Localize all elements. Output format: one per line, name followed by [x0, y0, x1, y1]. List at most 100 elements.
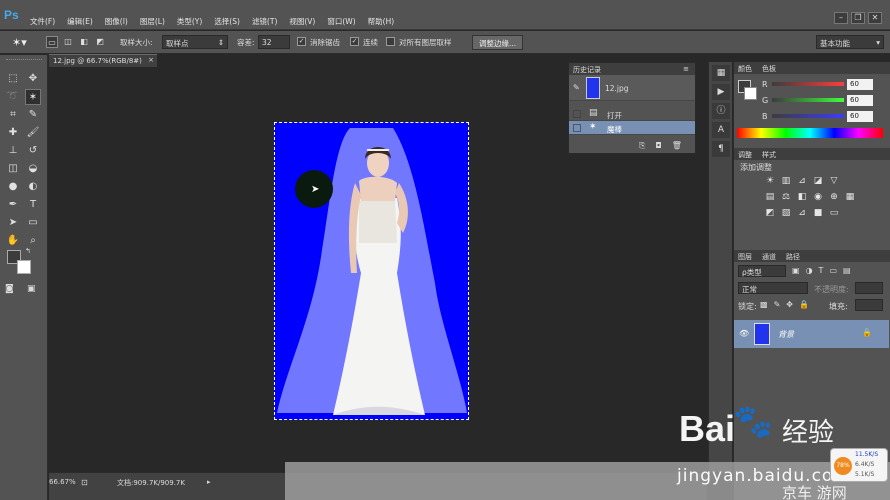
adjustment-filter-icon[interactable]: ◑: [806, 266, 813, 275]
invert-icon[interactable]: ◩: [764, 208, 776, 219]
refine-edge-button[interactable]: 调整边缘...: [472, 35, 524, 50]
hand-tool-icon[interactable]: ✋: [5, 233, 21, 249]
color-spectrum-bar[interactable]: [737, 128, 883, 138]
paint-bucket-icon[interactable]: ◒: [25, 161, 41, 177]
lock-position-icon[interactable]: ✥: [786, 300, 793, 309]
blend-mode-select[interactable]: 正常: [738, 282, 808, 294]
eraser-tool-icon[interactable]: ◫: [5, 161, 21, 177]
tab-styles[interactable]: 样式: [762, 150, 776, 160]
close-tab-icon[interactable]: ×: [148, 56, 154, 64]
channel-r-slider[interactable]: [772, 82, 844, 86]
lock-transparency-icon[interactable]: ▩: [760, 300, 768, 309]
color-lookup-icon[interactable]: ▦: [844, 192, 856, 203]
background-color-swatch[interactable]: [17, 260, 31, 274]
photo-filter-icon[interactable]: ◉: [812, 192, 824, 203]
workspace-select[interactable]: 基本功能 ▾: [816, 35, 884, 49]
menu-layer[interactable]: 图层(L): [140, 16, 165, 26]
history-step-open[interactable]: ▤ 打开: [569, 107, 695, 121]
tab-paths[interactable]: 路径: [786, 252, 800, 262]
black-white-icon[interactable]: ◧: [796, 192, 808, 203]
layer-row-background[interactable]: 👁 背景 🔒: [734, 320, 889, 348]
gradient-map-icon[interactable]: ▭: [828, 208, 840, 219]
intersect-selection-icon[interactable]: ◩: [94, 36, 106, 48]
menu-select[interactable]: 选择(S): [214, 16, 240, 26]
healing-tool-icon[interactable]: ✚: [5, 125, 21, 141]
new-document-icon[interactable]: ⎘: [639, 141, 645, 151]
contiguous-checkbox[interactable]: ✓: [350, 37, 359, 46]
brush-tool-icon[interactable]: 🖌: [25, 125, 41, 141]
lock-pixels-icon[interactable]: ✎: [774, 300, 781, 309]
path-select-icon[interactable]: ➤: [5, 215, 21, 231]
menu-filter[interactable]: 滤镜(T): [252, 16, 277, 26]
camera-icon[interactable]: ◘: [655, 141, 661, 151]
history-brush-source-icon[interactable]: ✎: [573, 83, 580, 92]
color-bg-swatch[interactable]: [744, 87, 757, 100]
close-icon[interactable]: ✕: [868, 12, 882, 24]
vibrance-icon[interactable]: ▽: [828, 176, 840, 187]
actions-panel-icon[interactable]: ▶: [712, 84, 730, 100]
menu-window[interactable]: 窗口(W): [327, 16, 355, 26]
quick-mask-icon[interactable]: ◙: [5, 284, 14, 294]
proof-icon[interactable]: ⊡: [81, 478, 88, 487]
add-selection-icon[interactable]: ◫: [62, 36, 74, 48]
panel-menu-icon[interactable]: ≡: [683, 65, 689, 73]
swap-colors-icon[interactable]: ↰: [25, 247, 31, 255]
antialias-checkbox[interactable]: ✓: [297, 37, 306, 46]
paragraph-panel-icon[interactable]: ¶: [712, 141, 730, 157]
channel-g-value[interactable]: 60: [847, 95, 873, 106]
channel-r-value[interactable]: 60: [847, 79, 873, 90]
panel-grip[interactable]: [6, 59, 42, 63]
stamp-tool-icon[interactable]: ⊥: [5, 143, 21, 159]
hue-saturation-icon[interactable]: ▤: [764, 192, 776, 203]
exposure-icon[interactable]: ◪: [812, 176, 824, 187]
text-tool-icon[interactable]: T: [25, 197, 41, 213]
tab-layers[interactable]: 图层: [738, 252, 752, 262]
network-speed-widget[interactable]: 78% 11.5K/S 6.4K/S 5.1K/S: [830, 448, 888, 482]
tolerance-input[interactable]: 32: [258, 35, 290, 49]
pen-tool-icon[interactable]: ✒: [5, 197, 21, 213]
layer-name[interactable]: 背景: [778, 329, 794, 340]
menu-type[interactable]: 类型(Y): [177, 16, 202, 26]
blur-tool-icon[interactable]: ●: [5, 179, 21, 195]
history-snapshot[interactable]: ✎ 12.jpg: [569, 75, 695, 101]
color-balance-icon[interactable]: ⚖: [780, 192, 792, 203]
crop-tool-icon[interactable]: ⌗: [5, 107, 21, 123]
document-tab[interactable]: 12.jpg @ 66.7%(RGB/8#) ×: [49, 54, 157, 67]
tab-channels[interactable]: 通道: [762, 252, 776, 262]
menu-edit[interactable]: 编辑(E): [67, 16, 93, 26]
tab-color[interactable]: 颜色: [738, 64, 752, 74]
history-step-magic-wand[interactable]: ✶ 魔棒: [569, 121, 695, 135]
tab-swatches[interactable]: 色板: [762, 64, 776, 74]
trash-icon[interactable]: 🗑: [672, 141, 682, 151]
zoom-level[interactable]: 66.67%: [49, 478, 76, 486]
magic-wand-preset-icon[interactable]: ✶▾: [12, 36, 27, 49]
layer-kind-filter[interactable]: ρ类型: [738, 265, 786, 277]
opacity-input[interactable]: [855, 282, 883, 294]
history-panel-icon[interactable]: ▦: [712, 65, 730, 81]
channel-b-value[interactable]: 60: [847, 111, 873, 122]
channel-g-slider[interactable]: [772, 98, 844, 102]
selective-color-icon[interactable]: ■: [812, 208, 824, 219]
tab-adjustments[interactable]: 调整: [738, 150, 752, 160]
lasso-tool-icon[interactable]: ➰: [5, 89, 21, 105]
type-filter-icon[interactable]: T: [819, 266, 824, 275]
history-panel-title[interactable]: 历史记录 ≡: [569, 63, 695, 75]
curves-icon[interactable]: ⊿: [796, 176, 808, 187]
document-canvas[interactable]: [274, 122, 469, 420]
menu-help[interactable]: 帮助(H): [368, 16, 395, 26]
history-brush-icon[interactable]: ↺: [25, 143, 41, 159]
new-selection-icon[interactable]: ▭: [46, 36, 58, 48]
lock-all-icon[interactable]: 🔒: [799, 300, 809, 309]
screen-mode-icon[interactable]: ▣: [27, 284, 36, 294]
shape-filter-icon[interactable]: ▭: [829, 266, 837, 275]
threshold-icon[interactable]: ⊿: [796, 208, 808, 219]
menu-view[interactable]: 视图(V): [289, 16, 315, 26]
shape-tool-icon[interactable]: ▭: [25, 215, 41, 231]
move-tool-icon[interactable]: ✥: [25, 71, 41, 87]
status-menu-icon[interactable]: ▸: [207, 478, 211, 486]
eyedropper-tool-icon[interactable]: ✎: [25, 107, 41, 123]
pixel-filter-icon[interactable]: ▣: [792, 266, 800, 275]
character-panel-icon[interactable]: A: [712, 122, 730, 138]
channel-mixer-icon[interactable]: ⊕: [828, 192, 840, 203]
magic-wand-tool-icon[interactable]: ✶: [25, 89, 41, 105]
